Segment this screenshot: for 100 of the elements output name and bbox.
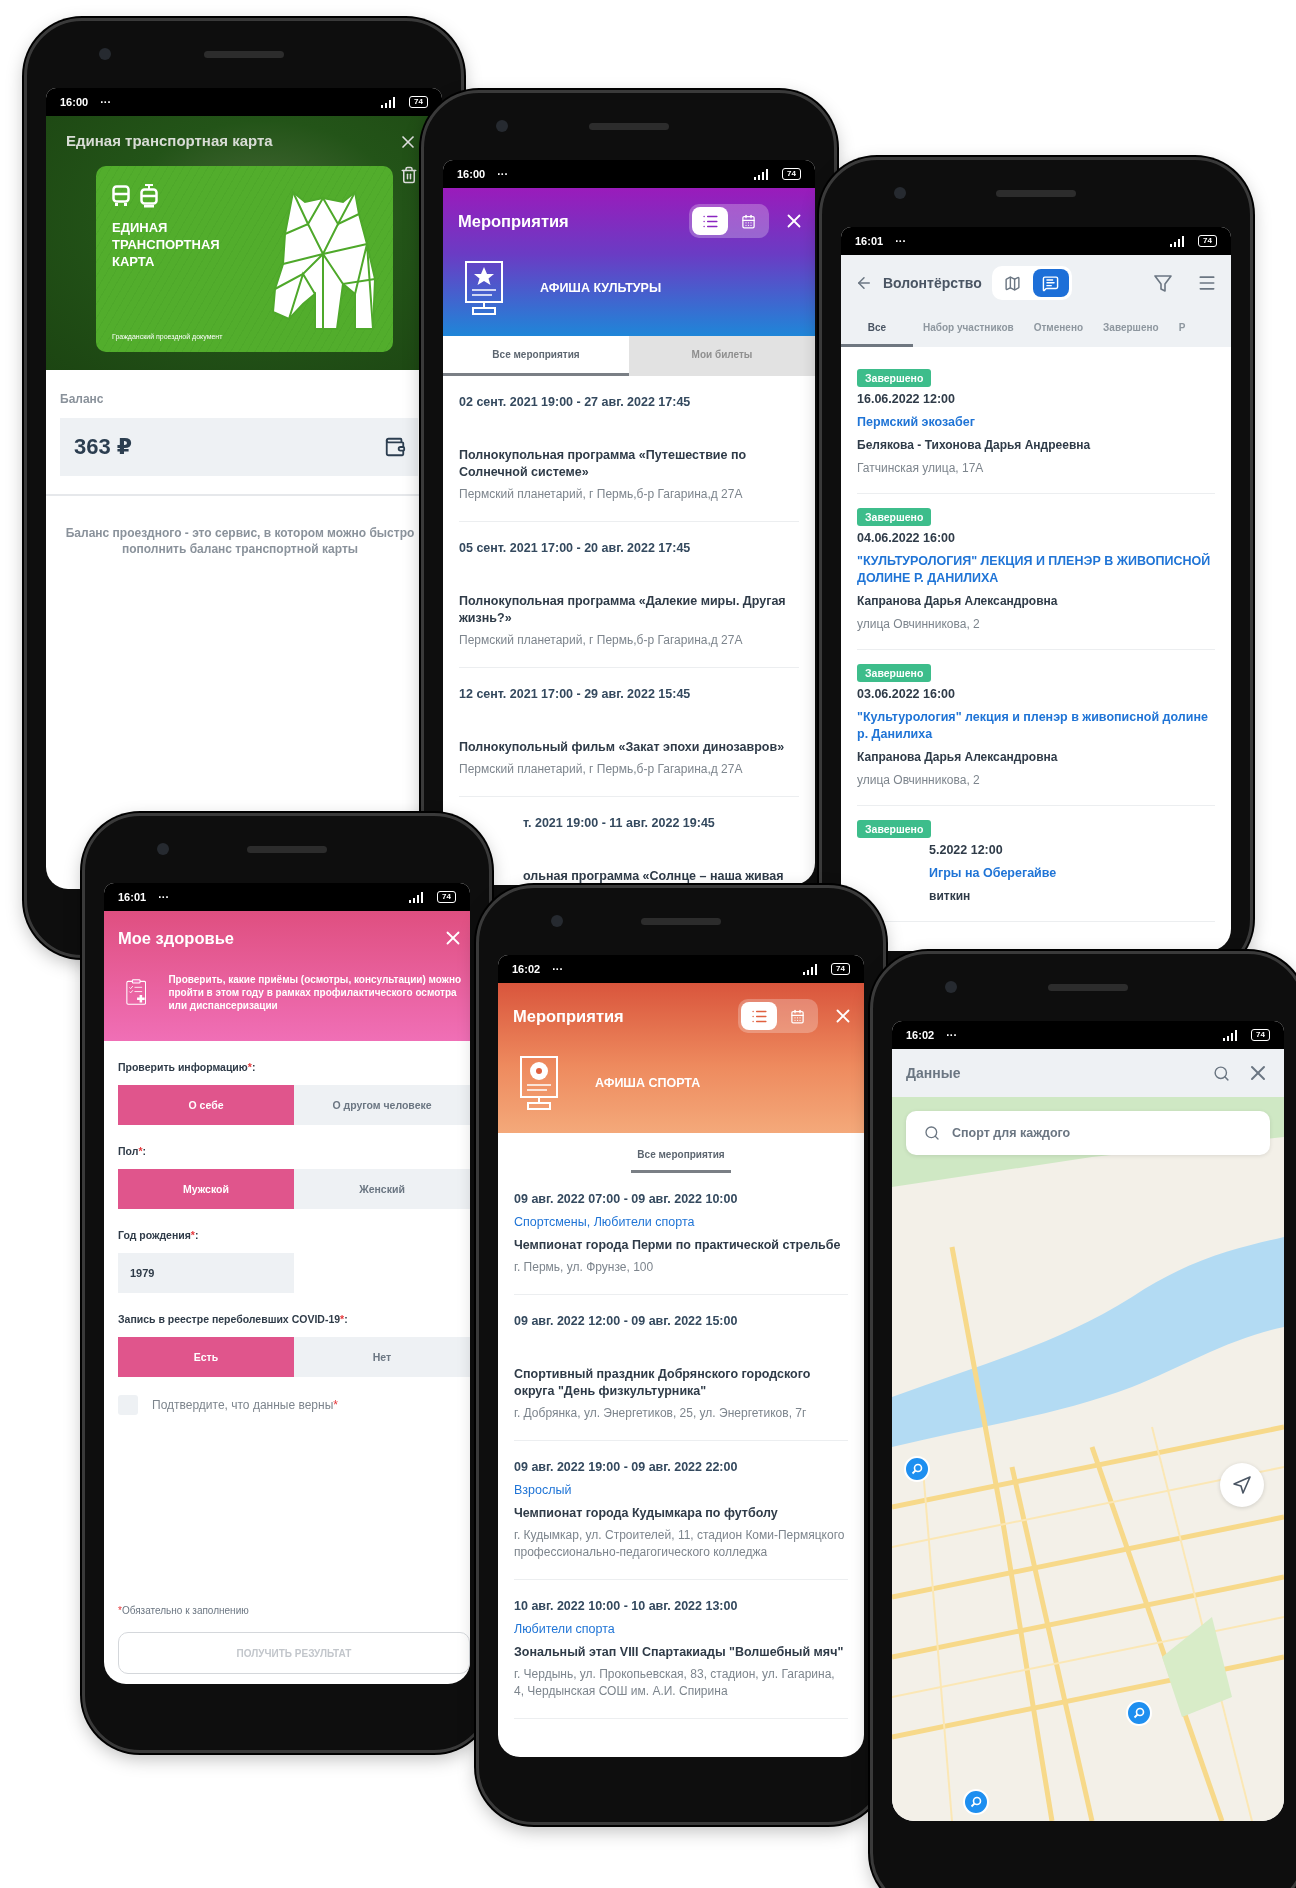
event-date: т. 2021 19:00 - 11 авг. 2022 19:45 (523, 815, 716, 832)
signal-icon (379, 96, 398, 108)
back-button[interactable] (855, 274, 873, 292)
status-time: 16:01 (855, 235, 884, 247)
tab[interactable]: Отменено (1023, 311, 1094, 347)
poster-ball-icon (519, 1055, 559, 1111)
event-date: 09 авг. 2022 07:00 - 09 авг. 2022 10:00 (514, 1191, 739, 1208)
notification-dots: ··· (552, 963, 564, 975)
required-note: *Обязательно к заполнению (118, 1605, 250, 1616)
balance-value: 363 ₽ (74, 434, 134, 460)
screen-title: Данные (906, 1065, 962, 1081)
event-title: Пермский экозабег (857, 414, 976, 431)
battery-indicator: 74 (437, 891, 456, 903)
question-label: Пол*: (118, 1145, 147, 1157)
poster-star-icon (464, 260, 504, 316)
option-button[interactable]: Есть (118, 1337, 294, 1377)
list-view-button[interactable] (741, 1002, 777, 1030)
event-place: г. Кудымкар, ул. Строителей, 11, стадион Коми-Пермяцкого профессионально-педагогического колледжа (514, 1527, 846, 1561)
event-title: Игры на Оберегайве (929, 865, 1057, 882)
status-time: 16:00 (60, 96, 89, 108)
event-address: улица Овчинникова, 2 (857, 772, 981, 789)
phone-camera (894, 187, 906, 199)
event-place: г. Добрянка, ул. Энергетиков, 25, ул. Энергетиков, 7г (514, 1405, 808, 1422)
tram-icon (140, 184, 158, 208)
option-button[interactable]: Нет (294, 1337, 470, 1377)
event-category: Взрослый (514, 1482, 573, 1499)
event-date: 04.06.2022 16:00 (857, 530, 956, 547)
confirm-label: Подтвердите, что данные верны* (152, 1398, 338, 1412)
event-place: Пермский планетарий, г Пермь,б-р Гагарина,д 27А (459, 761, 744, 778)
notification-dots: ··· (497, 168, 509, 180)
map-icon (1004, 274, 1022, 292)
tab[interactable]: Завершено (1093, 311, 1169, 347)
banner-label: АФИША СПОРТА (595, 1076, 701, 1090)
option-button[interactable]: Женский (294, 1169, 470, 1209)
event-title: "КУЛЬТУРОЛОГИЯ" ЛЕКЦИЯ И ПЛЕНЭР В ЖИВОПИСНОЙ ДОЛИНЕ Р. ДАНИЛИХА (857, 553, 1212, 587)
organizer-name: виткин (929, 888, 972, 905)
event-address: улица Овчинникова, 2 (857, 616, 981, 633)
status-time: 16:01 (118, 891, 147, 903)
event-address: Гатчинская улица, 17А (857, 460, 985, 477)
organizer-name: Капранова Дарья Александровна (857, 593, 1059, 610)
option-button[interactable]: О другом человеке (294, 1085, 470, 1125)
event-date: 10 авг. 2022 10:00 - 10 авг. 2022 13:00 (514, 1598, 739, 1615)
search-button[interactable] (1213, 1064, 1230, 1082)
signal-icon (1221, 1029, 1240, 1041)
event-date: 12 сент. 2021 17:00 - 29 авг. 2022 15:45 (459, 686, 692, 703)
banner-label: АФИША КУЛЬТУРЫ (540, 281, 662, 295)
wallet-icon (384, 436, 406, 458)
list-view-button[interactable] (1032, 269, 1069, 297)
filter-icon[interactable] (1153, 273, 1173, 293)
bus-icon (112, 185, 130, 207)
signal-icon (1168, 235, 1187, 247)
phone-camera (551, 915, 563, 927)
event-date: 16.06.2022 12:00 (857, 391, 956, 408)
menu-icon (1197, 273, 1217, 293)
status-time: 16:02 (906, 1029, 935, 1041)
event-date: 09 авг. 2022 12:00 - 09 авг. 2022 15:00 (514, 1313, 739, 1330)
status-badge: Завершено (857, 369, 932, 387)
option-button[interactable]: О себе (118, 1085, 294, 1125)
tab[interactable]: Р (1168, 311, 1196, 347)
search-icon (1213, 1064, 1230, 1082)
event-date: 05 сент. 2021 17:00 - 20 авг. 2022 17:45 (459, 540, 692, 557)
tab[interactable]: Набор участников (913, 311, 1024, 347)
menu-button[interactable] (1197, 273, 1217, 293)
tab[interactable]: Мои билеты (629, 336, 815, 376)
option-button[interactable]: Мужской (118, 1169, 294, 1209)
list-view-button[interactable] (692, 207, 728, 235)
year-field[interactable]: 1979 (118, 1253, 294, 1293)
question-label: Год рождения*: (118, 1229, 200, 1241)
balance-description: Баланс проездного - это сервис, в котором можно быстро пополнить баланс транспортной карты (64, 525, 416, 558)
battery-indicator: 74 (1251, 1029, 1270, 1041)
map-search-field[interactable]: Спорт для каждого (906, 1111, 1270, 1155)
event-title: Зональный этап VIII Спартакиады "Волшебный мяч" (514, 1644, 845, 1661)
event-date: 5.2022 12:00 (929, 842, 1004, 859)
question-label: Проверить информацию*: (118, 1061, 257, 1073)
battery-indicator: 74 (782, 168, 801, 180)
status-badge: Завершено (857, 820, 932, 838)
event-title: Полнокупольный фильм «Закат эпохи динозавров» (459, 739, 786, 756)
event-place: Пермский планетарий, г Пермь,б-р Гагарина,д 27А (459, 632, 744, 649)
search-icon (924, 1125, 940, 1141)
screen-title: Мое здоровье (118, 928, 235, 948)
event-title: Полнокупольная программа «Путешествие по Солнечной системе» (459, 447, 748, 481)
event-place: г. Пермь, ул. Фрунзе, 100 (514, 1259, 655, 1276)
tab[interactable]: Все мероприятия (631, 1139, 731, 1173)
delete-button[interactable] (400, 166, 418, 184)
screen-title: Единая транспортная карта (66, 132, 274, 149)
organizer-name: Капранова Дарья Александровна (857, 749, 1059, 766)
event-place: Пермский планетарий, г Пермь,б-р Гагарина,д 27А (459, 486, 744, 503)
tab[interactable]: Все (841, 311, 913, 347)
battery-indicator: 74 (831, 963, 850, 975)
phone-camera (157, 843, 169, 855)
calendar-icon (789, 1008, 805, 1024)
notification-dots: ··· (100, 96, 112, 108)
event-category: Любители спорта (514, 1621, 616, 1638)
event-date: 03.06.2022 16:00 (857, 686, 956, 703)
battery-indicator: 74 (1198, 235, 1217, 247)
event-title: Полнокупольная программа «Далекие миры. Другая жизнь?» (459, 593, 787, 627)
event-date: 02 сент. 2021 19:00 - 27 авг. 2022 17:45 (459, 394, 692, 411)
signal-icon (752, 168, 771, 180)
notification-dots: ··· (946, 1029, 958, 1041)
event-date: 09 авг. 2022 19:00 - 09 авг. 2022 22:00 (514, 1459, 739, 1476)
